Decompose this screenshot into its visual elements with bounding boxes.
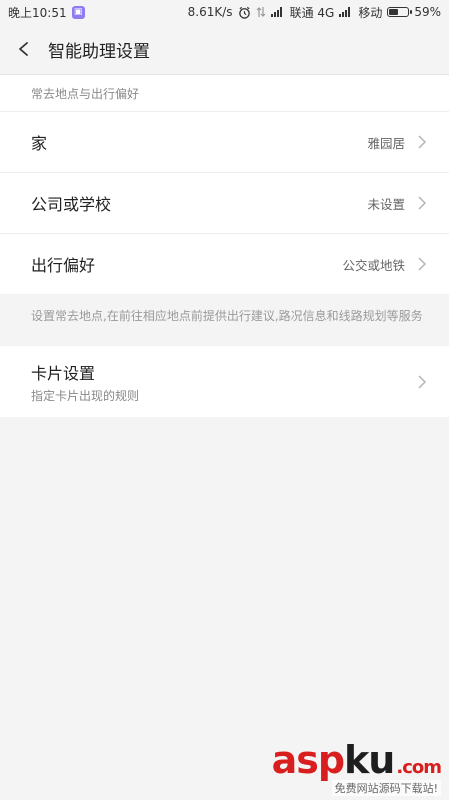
signal-icon (270, 7, 285, 17)
section-hint: 设置常去地点,在前往相应地点前提供出行建议,路况信息和线路规划等服务 (0, 294, 449, 346)
row-home[interactable]: 家 雅园居 (0, 112, 449, 173)
alarm-icon (238, 6, 250, 19)
app-bar: 智能助理设置 (0, 24, 449, 75)
watermark-logo: asp ku .com (271, 738, 442, 782)
battery-icon (387, 7, 413, 17)
chevron-right-icon (418, 374, 427, 389)
data-transfer-icon (256, 7, 265, 17)
row-right: 雅园居 (367, 133, 427, 152)
row-value: 雅园居 (367, 135, 405, 151)
card-settings-subtitle: 指定卡片出现的规则 (31, 388, 140, 403)
network-speed: 8.61K/s (187, 5, 233, 19)
row-value: 未设置 (367, 196, 405, 212)
carrier-1: 联通 4G (289, 5, 335, 20)
section-header: 常去地点与出行偏好 (0, 75, 449, 112)
card-settings-texts: 卡片设置 指定卡片出现的规则 (31, 360, 139, 404)
status-left: 晚上10:51 ▣ (8, 4, 85, 21)
card-settings-title: 卡片设置 (31, 363, 96, 383)
watermark-part: ku (344, 738, 395, 782)
watermark-tagline: 免费网站源码下载站! (331, 780, 441, 796)
status-right: 8.61K/s 联通 4G 移动 59% (188, 4, 441, 21)
card-settings-row[interactable]: 卡片设置 指定卡片出现的规则 (0, 346, 449, 417)
chevron-left-icon[interactable] (16, 41, 32, 57)
row-label: 出行偏好 (31, 256, 96, 275)
row-travel-preference[interactable]: 出行偏好 公交或地铁 (0, 234, 449, 294)
watermark-part: asp (271, 738, 345, 782)
app-notification-icon: ▣ (71, 5, 85, 19)
row-work-or-school[interactable]: 公司或学校 未设置 (0, 173, 449, 234)
row-label: 家 (31, 134, 48, 153)
row-right: 公交或地铁 (342, 255, 427, 274)
places-section: 常去地点与出行偏好 家 雅园居 公司或学校 未设置 出行偏好 公交或地铁 (0, 75, 449, 294)
chevron-right-icon (418, 196, 427, 210)
row-label: 公司或学校 (31, 195, 112, 214)
status-bar: 晚上10:51 ▣ 8.61K/s 联通 4G 移动 59% (0, 0, 449, 24)
page-title: 智能助理设置 (48, 41, 150, 62)
row-value: 公交或地铁 (342, 257, 405, 273)
battery-percent: 59% (414, 5, 441, 19)
chevron-right-icon (418, 135, 427, 149)
row-right: 未设置 (367, 194, 427, 213)
watermark-part: .com (396, 757, 442, 778)
signal-icon-2 (339, 7, 353, 17)
status-time: 晚上10:51 (8, 5, 67, 20)
carrier-2: 移动 (358, 5, 383, 20)
chevron-right-icon (418, 257, 427, 271)
